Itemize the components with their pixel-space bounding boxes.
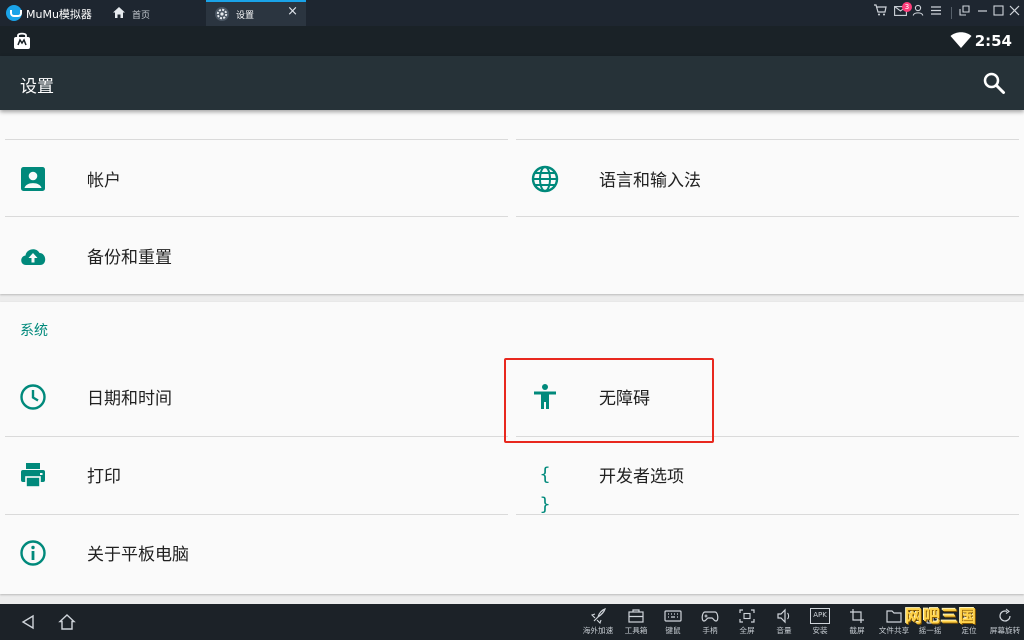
- search-icon[interactable]: [982, 71, 1006, 99]
- tab-settings[interactable]: 设置 ×: [206, 0, 306, 26]
- settings-item-label: 关于平板电脑: [87, 545, 189, 565]
- highlight-box: [504, 358, 714, 443]
- app-name: MuMu模拟器: [26, 8, 92, 21]
- tab-home-label: 首页: [132, 11, 151, 21]
- home-icon: [112, 6, 126, 22]
- toolbar-label: 手柄: [702, 626, 718, 635]
- toolbar-label: 截屏: [849, 626, 865, 635]
- settings-item-printing[interactable]: 打印: [0, 436, 508, 512]
- emulator-window: MuMu模拟器 首页 设置 × 3 2:54 设置 帐户 语言和输入法 备份和重…: [0, 0, 1024, 640]
- back-icon[interactable]: [20, 614, 36, 634]
- toolbar-label: 海外加速: [582, 626, 614, 635]
- rocket-icon: [589, 608, 607, 625]
- toolbar-label: 工具箱: [624, 626, 648, 635]
- toolbar-gamepad[interactable]: 手柄: [693, 606, 727, 640]
- category-header: 系统: [20, 323, 48, 339]
- settings-item-label: 开发者选项: [599, 467, 684, 487]
- braces-icon: { }: [539, 464, 551, 515]
- app-store-icon: [12, 31, 32, 55]
- toolbar-overseas-accel[interactable]: 海外加速: [581, 606, 615, 640]
- settings-action-bar: 设置: [0, 56, 1024, 110]
- settings-list: 帐户 语言和输入法 备份和重置 系统 日期和时间 无障碍 打印 {} 开发者选…: [0, 110, 1024, 604]
- settings-item-date-time[interactable]: 日期和时间: [0, 358, 508, 434]
- restore-icon[interactable]: [956, 4, 972, 22]
- page-title: 设置: [20, 77, 54, 97]
- emulator-title-bar: MuMu模拟器 首页 设置 × 3: [0, 0, 1024, 26]
- toolbar-toolbox[interactable]: 工具箱: [619, 606, 653, 640]
- toolbar-label: 键鼠: [665, 626, 681, 635]
- folder-icon: [885, 608, 903, 624]
- toolbar-install-apk[interactable]: APK 安装: [803, 606, 837, 640]
- account-box-icon: [18, 164, 48, 194]
- toolbar-label: 屏幕旋转: [989, 626, 1021, 635]
- settings-item-language-input[interactable]: 语言和输入法: [512, 140, 1020, 216]
- settings-item-about-tablet[interactable]: 关于平板电脑: [0, 514, 508, 590]
- settings-item-backup-reset[interactable]: 备份和重置: [0, 217, 508, 293]
- toolbar-volume[interactable]: 音量: [767, 606, 801, 640]
- mail-icon[interactable]: 3: [892, 2, 912, 22]
- title-bar-divider: [951, 7, 952, 19]
- settings-item-label: 备份和重置: [87, 248, 172, 268]
- tab-home[interactable]: 首页: [104, 0, 202, 26]
- divider: [516, 216, 1019, 217]
- toolbar-label: 全屏: [739, 626, 755, 635]
- status-time: 2:54: [974, 32, 1012, 50]
- settings-item-account[interactable]: 帐户: [0, 140, 508, 216]
- personal-settings-card: 帐户 语言和输入法 备份和重置: [0, 110, 1024, 294]
- emulator-toolbar: 海外加速 工具箱 键鼠 手柄 全屏 音量 APK 安装 截屏 文件共享 摇一摇 …: [0, 604, 1024, 640]
- toolbar-label: 安装: [812, 626, 828, 635]
- fullscreen-icon: [738, 608, 756, 624]
- menu-icon[interactable]: [928, 4, 944, 22]
- toolbar-screenshot[interactable]: 截屏: [840, 606, 874, 640]
- gamepad-icon: [701, 608, 719, 624]
- settings-item-developer-options[interactable]: { } 开发者选项: [512, 436, 1020, 515]
- toolbar-fullscreen[interactable]: 全屏: [730, 606, 764, 640]
- minimize-icon[interactable]: [974, 4, 990, 22]
- watermark-logo: 网吧三国: [905, 607, 977, 627]
- crop-icon: [848, 608, 866, 624]
- tab-settings-label: 设置: [236, 11, 255, 21]
- settings-item-label: 日期和时间: [87, 389, 172, 409]
- settings-item-label: 打印: [87, 467, 121, 487]
- wifi-icon: [950, 32, 972, 53]
- settings-gear-icon: [214, 6, 230, 25]
- home-nav-icon[interactable]: [58, 613, 76, 635]
- divider: [516, 514, 1019, 515]
- shop-cart-icon[interactable]: [872, 4, 888, 22]
- close-window-icon[interactable]: [1006, 4, 1022, 22]
- android-status-bar: 2:54: [0, 26, 1024, 56]
- user-icon[interactable]: [910, 4, 926, 22]
- clock-icon: [18, 382, 48, 412]
- settings-item-label: 语言和输入法: [599, 171, 701, 191]
- volume-icon: [775, 608, 793, 624]
- toolbar-rotate[interactable]: 屏幕旋转: [988, 606, 1022, 640]
- globe-icon: [530, 164, 560, 194]
- system-settings-card: 系统 日期和时间 无障碍 打印 {} 开发者选项 关于平板电脑: [0, 302, 1024, 594]
- apk-icon: APK: [810, 608, 830, 624]
- toolbox-icon: [627, 608, 645, 624]
- keyboard-icon: [664, 608, 682, 624]
- toolbar-keymouse[interactable]: 键鼠: [656, 606, 690, 640]
- info-icon: [18, 538, 48, 568]
- rotate-icon: [996, 608, 1014, 624]
- cloud-upload-icon: [18, 241, 48, 271]
- maximize-icon[interactable]: [990, 4, 1006, 22]
- toolbar-label: 音量: [776, 626, 792, 635]
- mumu-logo-icon: [6, 5, 22, 21]
- printer-icon: [18, 460, 48, 490]
- settings-item-label: 帐户: [87, 171, 121, 191]
- close-tab-icon[interactable]: ×: [287, 4, 298, 19]
